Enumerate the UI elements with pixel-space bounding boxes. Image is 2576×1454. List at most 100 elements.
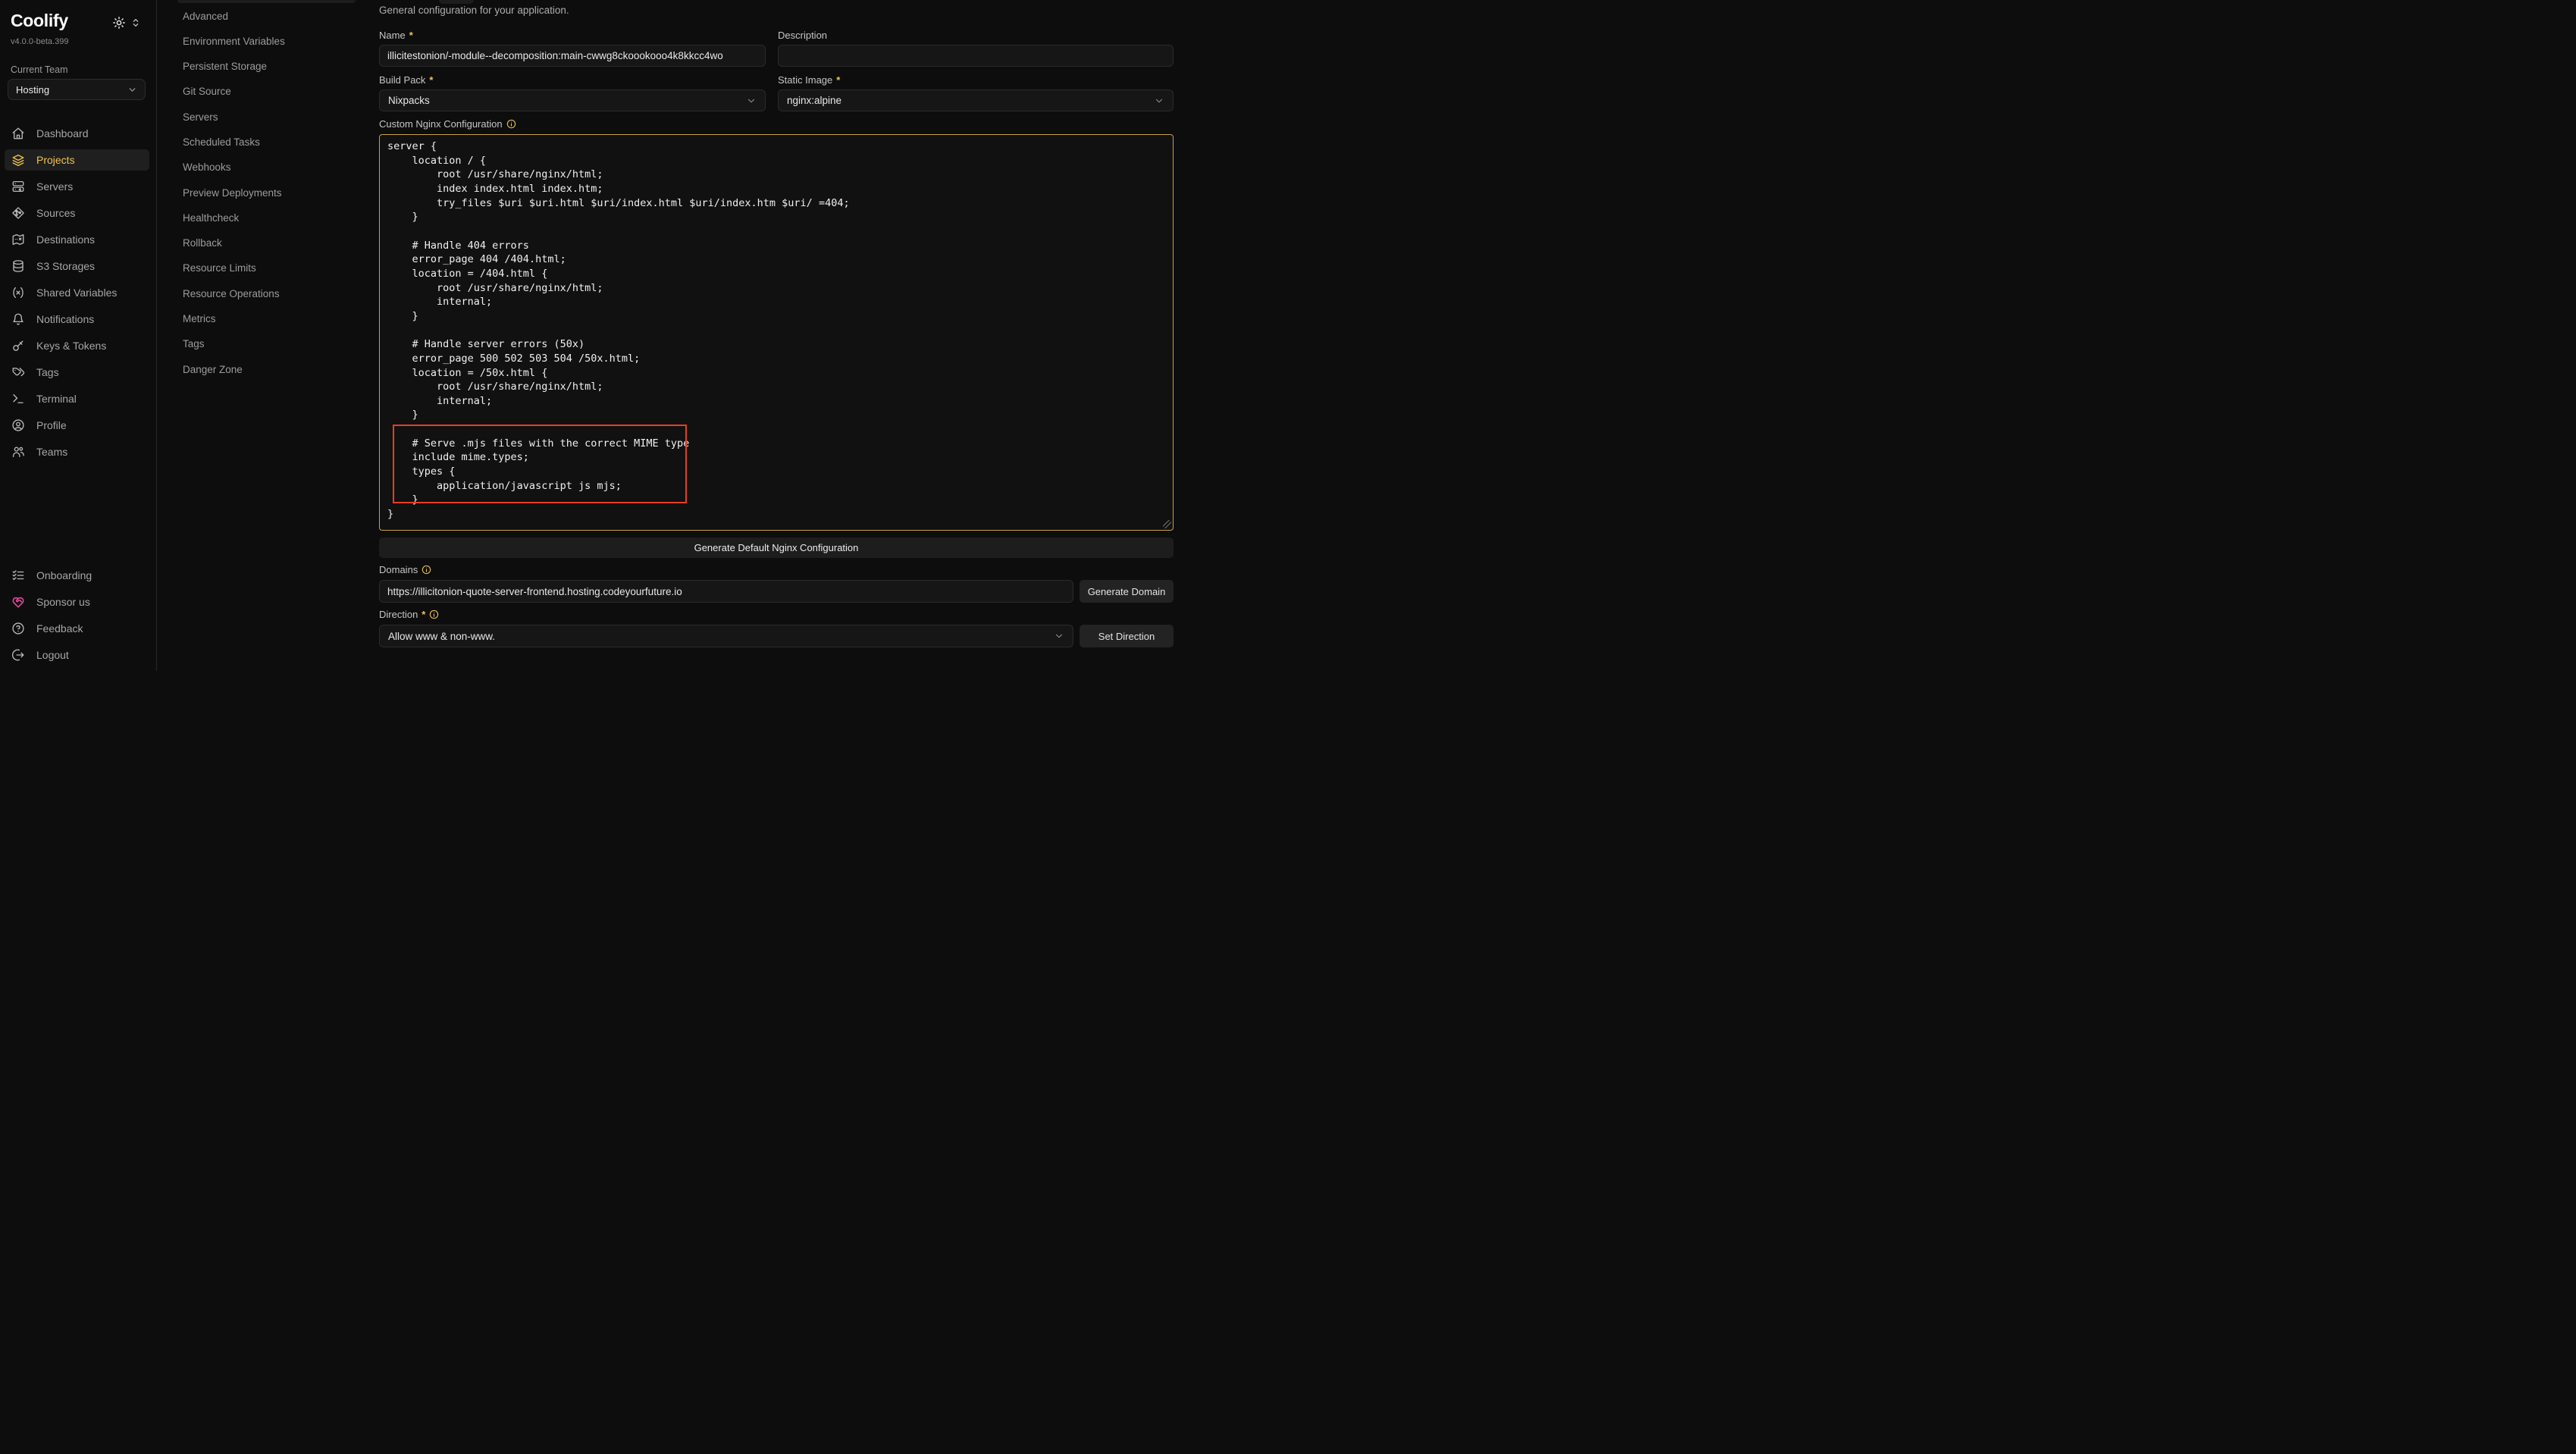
sidebar-item-shared-variables[interactable]: Shared Variables [5,282,149,303]
sidebar-item-label: Profile [36,419,67,431]
required-asterisk: * [429,74,433,86]
settings-nav-item-resource-operations[interactable]: Resource Operations [157,284,379,303]
settings-nav: Advanced Environment Variables Persistent … [157,0,379,671]
nginx-config-code: server { location / { root /usr/share/ng… [380,135,1173,526]
custom-nginx-configuration-label: Custom Nginx Configuration [379,118,516,130]
sidebar-item-logout[interactable]: Logout [5,644,149,666]
page-subtitle: General configuration for your applicati… [379,5,569,16]
set-direction-button[interactable]: Set Direction [1080,625,1174,647]
scrolled-active-item-remnant [177,0,356,3]
sidebar-item-label: Destinations [36,233,95,246]
sidebar-item-label: Keys & Tokens [36,340,106,352]
direction-select-value: Allow www & non-www. [388,631,495,642]
sidebar-nav: Dashboard Projects Servers Sources Desti… [0,123,156,468]
sidebar-item-s3-storages[interactable]: S3 Storages [5,255,149,277]
sidebar-item-sponsor-us[interactable]: Sponsor us [5,591,149,613]
sidebar-item-teams[interactable]: Teams [5,441,149,462]
chevrons-up-down-icon [130,17,141,28]
sidebar-item-label: Logout [36,649,69,661]
settings-nav-item-resource-limits[interactable]: Resource Limits [157,259,379,278]
theme-select-button[interactable] [130,17,141,28]
bell-icon [11,312,25,326]
info-icon[interactable] [506,119,516,129]
info-icon[interactable] [429,609,439,619]
settings-nav-item-danger-zone[interactable]: Danger Zone [157,359,379,379]
required-asterisk: * [836,74,840,86]
static-image-label: Static Image* [778,74,840,86]
chevron-down-icon [127,85,137,95]
sidebar-item-tags[interactable]: Tags [5,362,149,383]
sidebar-item-onboarding[interactable]: Onboarding [5,565,149,586]
direction-select[interactable]: Allow www & non-www. [379,625,1073,647]
sidebar-item-label: Sources [36,207,75,219]
generate-default-nginx-configuration-button[interactable]: Generate Default Nginx Configuration [379,537,1174,558]
app-logo: Coolify [11,11,147,31]
settings-nav-item-healthcheck[interactable]: Healthcheck [157,208,379,227]
name-label: Name* [379,30,413,41]
app-version: v4.0.0-beta.399 [11,37,68,46]
settings-nav-item-webhooks[interactable]: Webhooks [157,158,379,177]
settings-nav-item-preview-deployments[interactable]: Preview Deployments [157,183,379,202]
settings-nav-item-rollback[interactable]: Rollback [157,233,379,253]
sidebar-item-label: Sponsor us [36,596,90,608]
static-image-select[interactable]: nginx:alpine [778,89,1174,111]
settings-nav-item-metrics[interactable]: Metrics [157,309,379,329]
domains-input[interactable] [379,580,1073,603]
chevron-down-icon [1154,96,1164,106]
git-source-icon [11,206,25,220]
build-pack-select[interactable]: Nixpacks [379,89,766,111]
sidebar-item-label: Teams [36,446,67,458]
list-checks-icon [11,569,25,582]
settings-nav-item-scheduled-tasks[interactable]: Scheduled Tasks [157,132,379,152]
settings-nav-item-git-source[interactable]: Git Source [157,82,379,102]
static-image-select-value: nginx:alpine [787,95,841,106]
sidebar-item-label: Servers [36,180,73,193]
settings-nav-item-servers[interactable]: Servers [157,107,379,127]
settings-nav-item-persistent-storage[interactable]: Persistent Storage [157,57,379,77]
sidebar-item-label: Onboarding [36,569,92,581]
sidebar-item-label: Terminal [36,393,77,405]
sidebar-item-feedback[interactable]: Feedback [5,618,149,639]
sidebar-item-sources[interactable]: Sources [5,202,149,224]
sun-icon [112,16,126,30]
sidebar-item-terminal[interactable]: Terminal [5,388,149,409]
sidebar-item-label: Projects [36,154,75,166]
sidebar-item-keys-tokens[interactable]: Keys & Tokens [5,335,149,356]
chevron-down-icon [1054,631,1064,641]
custom-nginx-configuration-textarea[interactable]: server { location / { root /usr/share/ng… [379,134,1174,531]
team-select[interactable]: Hosting [8,79,146,100]
sidebar-item-label: Shared Variables [36,287,117,299]
generate-domain-button[interactable]: Generate Domain [1080,580,1174,603]
sidebar-item-destinations[interactable]: Destinations [5,229,149,250]
sidebar-item-dashboard[interactable]: Dashboard [5,123,149,144]
description-label: Description [778,30,827,41]
logout-icon [11,648,25,662]
sidebar-item-notifications[interactable]: Notifications [5,309,149,330]
general-configuration-panel: General configuration for your applicati… [379,0,1174,671]
current-team-label: Current Team [11,64,68,75]
key-icon [11,339,25,353]
tags-icon [11,365,25,379]
info-icon[interactable] [421,565,431,575]
textarea-resize-grip[interactable] [1163,520,1171,528]
theme-toggle-button[interactable] [112,16,126,30]
heart-handshake-icon [11,595,25,609]
description-input[interactable] [778,45,1174,67]
sidebar-item-label: S3 Storages [36,260,95,272]
chevron-down-icon [746,96,757,106]
home-icon [11,127,25,140]
sidebar-item-label: Notifications [36,313,94,325]
required-asterisk: * [421,609,425,620]
sidebar-item-servers[interactable]: Servers [5,176,149,197]
settings-nav-item-advanced[interactable]: Advanced [157,6,379,26]
sidebar-item-projects[interactable]: Projects [5,149,149,171]
sidebar-footer-nav: Onboarding Sponsor us Feedback Logout [0,565,156,671]
required-asterisk: * [409,30,413,41]
name-input[interactable] [379,45,766,67]
variables-icon [11,286,25,299]
settings-nav-item-tags[interactable]: Tags [157,334,379,354]
direction-label: Direction* [379,609,439,620]
app-sidebar: Coolify v4.0.0-beta.399 Current Team Hos… [0,0,157,671]
settings-nav-item-environment-variables[interactable]: Environment Variables [157,31,379,51]
sidebar-item-profile[interactable]: Profile [5,415,149,436]
